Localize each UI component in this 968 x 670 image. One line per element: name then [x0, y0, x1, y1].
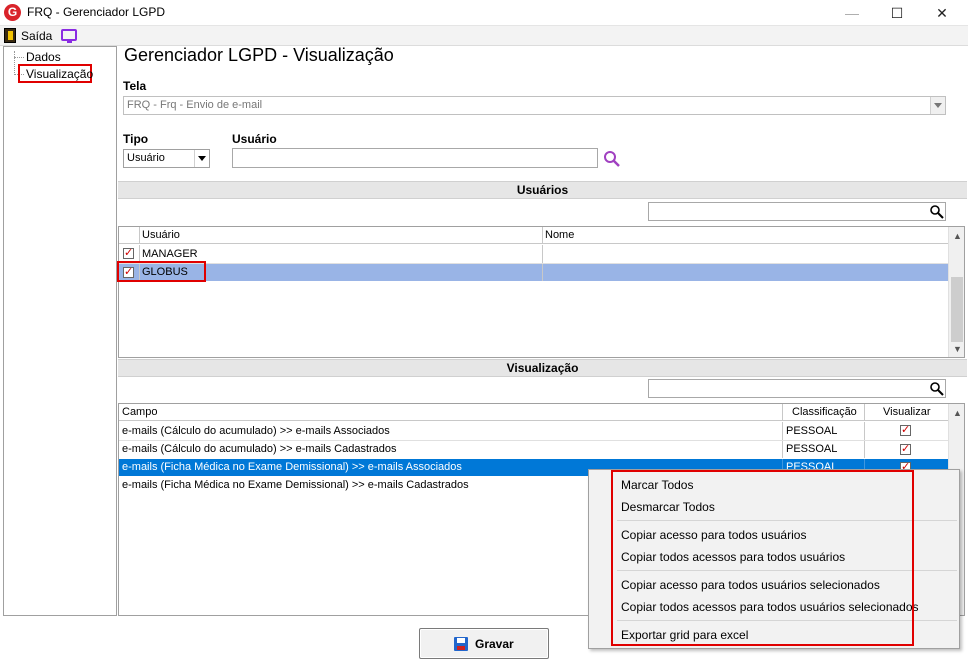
column-header-usuario[interactable]: Usuário	[142, 229, 180, 241]
search-icon[interactable]	[602, 149, 622, 168]
column-separator	[542, 264, 543, 281]
toolbar: Saída	[0, 26, 968, 46]
globus-row-highlight	[117, 261, 206, 282]
column-separator	[782, 404, 783, 421]
gravar-button-label: Gravar	[475, 637, 514, 651]
usuarios-grid: Usuário Nome MANAGER GLOBUS ▲ ▼	[118, 226, 965, 358]
tree-connector	[14, 51, 15, 75]
usuario-cell: MANAGER	[142, 248, 198, 260]
floppy-disk-icon	[454, 637, 468, 651]
usuario-input[interactable]	[232, 148, 598, 168]
search-icon[interactable]	[929, 381, 945, 397]
minimize-button[interactable]: —	[830, 0, 874, 26]
scroll-up-icon[interactable]: ▲	[953, 231, 962, 241]
maximize-button[interactable]: ☐	[875, 0, 919, 26]
visualizar-checkbox[interactable]	[900, 442, 911, 455]
tela-label: Tela	[123, 79, 147, 93]
tree-item-visualizacao[interactable]: Visualização	[26, 67, 93, 81]
usuarios-filter-input[interactable]	[648, 202, 946, 221]
column-separator	[782, 422, 783, 440]
tipo-label: Tipo	[123, 132, 149, 146]
column-header-visualizar[interactable]: Visualizar	[883, 406, 931, 418]
campo-cell: e-mails (Ficha Médica no Exame Demission…	[122, 479, 469, 491]
tela-select[interactable]: FRQ - Frq - Envio de e-mail	[123, 96, 946, 115]
classificacao-cell: PESSOAL	[786, 443, 838, 455]
column-header-campo[interactable]: Campo	[122, 406, 157, 418]
table-row[interactable]: e-mails (Cálculo do acumulado) >> e-mail…	[119, 441, 948, 458]
tela-select-value: FRQ - Frq - Envio de e-mail	[127, 99, 263, 111]
column-separator	[139, 227, 140, 244]
campo-cell: e-mails (Ficha Médica no Exame Demission…	[122, 461, 462, 473]
title-bar: G FRQ - Gerenciador LGPD — ☐ ✕	[0, 0, 968, 26]
usuarios-section-header: Usuários	[118, 181, 967, 199]
window-title: FRQ - Gerenciador LGPD	[27, 5, 166, 19]
campo-cell: e-mails (Cálculo do acumulado) >> e-mail…	[122, 425, 390, 437]
column-separator	[542, 227, 543, 244]
column-separator	[864, 441, 865, 458]
column-header-classificacao[interactable]: Classificação	[792, 406, 857, 418]
page-title: Gerenciador LGPD - Visualização	[124, 45, 394, 65]
navigation-tree: Dados Visualização	[3, 46, 117, 616]
visualizar-checkbox[interactable]	[900, 423, 911, 436]
usuario-label: Usuário	[232, 132, 277, 146]
visualizacao-filter-input[interactable]	[648, 379, 946, 398]
grid-header: Usuário Nome	[119, 227, 948, 244]
row-checkbox[interactable]	[123, 246, 134, 259]
close-button[interactable]: ✕	[920, 0, 964, 26]
column-separator	[864, 422, 865, 440]
exit-door-icon[interactable]	[4, 28, 16, 43]
search-icon[interactable]	[929, 204, 945, 220]
chevron-down-icon[interactable]	[930, 97, 945, 114]
scroll-down-icon[interactable]: ▼	[953, 344, 962, 354]
app-icon: G	[4, 4, 21, 21]
campo-cell: e-mails (Cálculo do acumulado) >> e-mail…	[122, 443, 397, 455]
tree-item-dados[interactable]: Dados	[26, 50, 61, 64]
tipo-select-value: Usuário	[127, 152, 165, 164]
column-header-nome[interactable]: Nome	[545, 229, 574, 241]
column-separator	[542, 245, 543, 263]
table-row[interactable]: e-mails (Cálculo do acumulado) >> e-mail…	[119, 422, 948, 440]
monitor-icon[interactable]	[61, 29, 77, 43]
chevron-down-icon[interactable]	[194, 150, 209, 167]
table-row-selected[interactable]: GLOBUS	[119, 264, 948, 281]
grid-header: Campo Classificação Visualizar	[119, 404, 948, 421]
tree-connector	[14, 57, 24, 58]
vertical-scrollbar[interactable]: ▲ ▼	[948, 227, 964, 357]
visualizacao-section-header: Visualização	[118, 359, 967, 377]
scroll-up-icon[interactable]: ▲	[953, 408, 962, 418]
table-row[interactable]: MANAGER	[119, 245, 948, 263]
tipo-select[interactable]: Usuário	[123, 149, 210, 168]
column-separator	[864, 404, 865, 421]
scrollbar-thumb[interactable]	[951, 277, 963, 342]
gravar-button[interactable]: Gravar	[419, 628, 549, 659]
classificacao-cell: PESSOAL	[786, 425, 838, 437]
column-separator	[782, 441, 783, 458]
context-menu-highlight	[611, 470, 914, 646]
exit-button-label[interactable]: Saída	[21, 29, 52, 43]
